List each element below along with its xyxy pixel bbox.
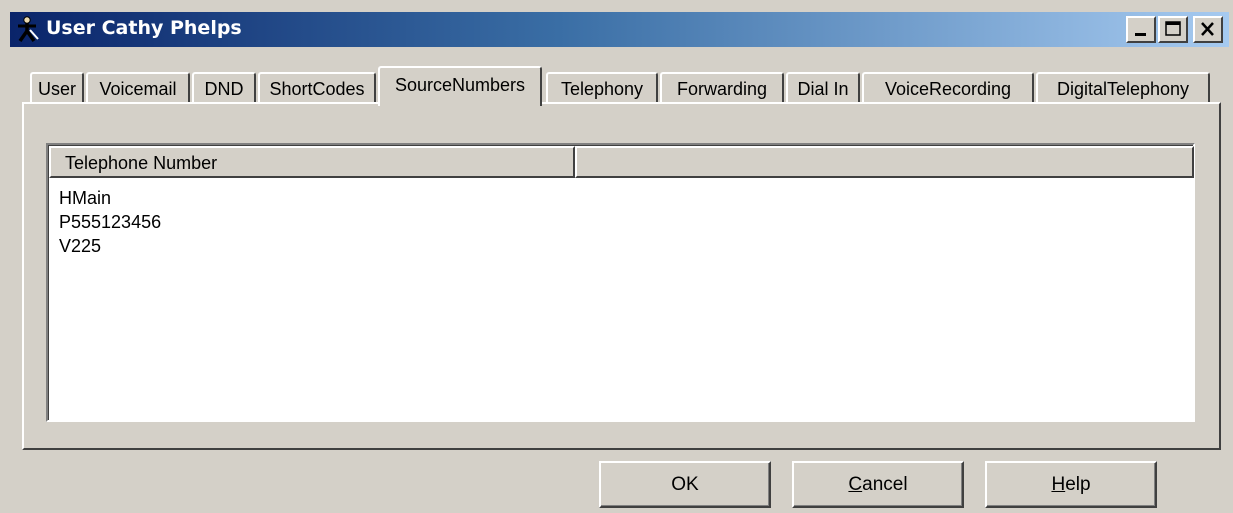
- tab-digitaltelephony[interactable]: DigitalTelephony: [1036, 72, 1210, 104]
- ok-label: OK: [671, 474, 699, 495]
- tab-shortcodes[interactable]: ShortCodes: [258, 72, 376, 104]
- cancel-button[interactable]: Cancel: [792, 461, 964, 508]
- maximize-button[interactable]: [1158, 16, 1188, 43]
- tab-label: User: [37, 79, 76, 99]
- tab-label: SourceNumbers: [394, 75, 526, 95]
- help-accel: H: [1051, 474, 1066, 495]
- window-title: User Cathy Phelps: [46, 17, 242, 39]
- tab-user[interactable]: User: [30, 72, 84, 104]
- tab-forwarding[interactable]: Forwarding: [660, 72, 784, 104]
- tab-label: ShortCodes: [269, 79, 365, 99]
- tab-voicemail[interactable]: Voicemail: [86, 72, 190, 104]
- user-figure-icon: [18, 16, 39, 43]
- tab-page-sourcenumbers: [22, 102, 1221, 450]
- tab-voicerecording[interactable]: VoiceRecording: [862, 72, 1034, 104]
- help-label: elp: [1065, 474, 1091, 495]
- tab-label: Forwarding: [676, 79, 768, 99]
- cancel-label: ancel: [862, 474, 908, 495]
- close-button[interactable]: [1193, 16, 1223, 43]
- ok-button[interactable]: OK: [599, 461, 771, 508]
- tab-dial-in[interactable]: Dial In: [786, 72, 860, 104]
- maximize-icon: [1165, 21, 1181, 36]
- tab-label: Voicemail: [99, 79, 177, 99]
- tab-telephony[interactable]: Telephony: [546, 72, 658, 104]
- help-button[interactable]: Help: [985, 461, 1157, 508]
- tab-label: VoiceRecording: [884, 79, 1012, 99]
- tab-label: DND: [204, 79, 244, 99]
- tab-label: Telephony: [560, 79, 644, 99]
- user-properties-window: User Cathy Phelps User Voicemail DND Sho…: [0, 0, 1233, 513]
- tab-label: DigitalTelephony: [1056, 79, 1190, 99]
- close-icon: [1201, 22, 1214, 36]
- title-bar[interactable]: User Cathy Phelps: [10, 12, 1229, 47]
- tab-dnd[interactable]: DND: [192, 72, 256, 104]
- minimize-icon: [1135, 33, 1146, 36]
- cancel-accel: C: [848, 474, 863, 495]
- tab-sourcenumbers[interactable]: SourceNumbers: [378, 66, 542, 106]
- tab-label: Dial In: [797, 79, 849, 99]
- minimize-button[interactable]: [1126, 16, 1156, 43]
